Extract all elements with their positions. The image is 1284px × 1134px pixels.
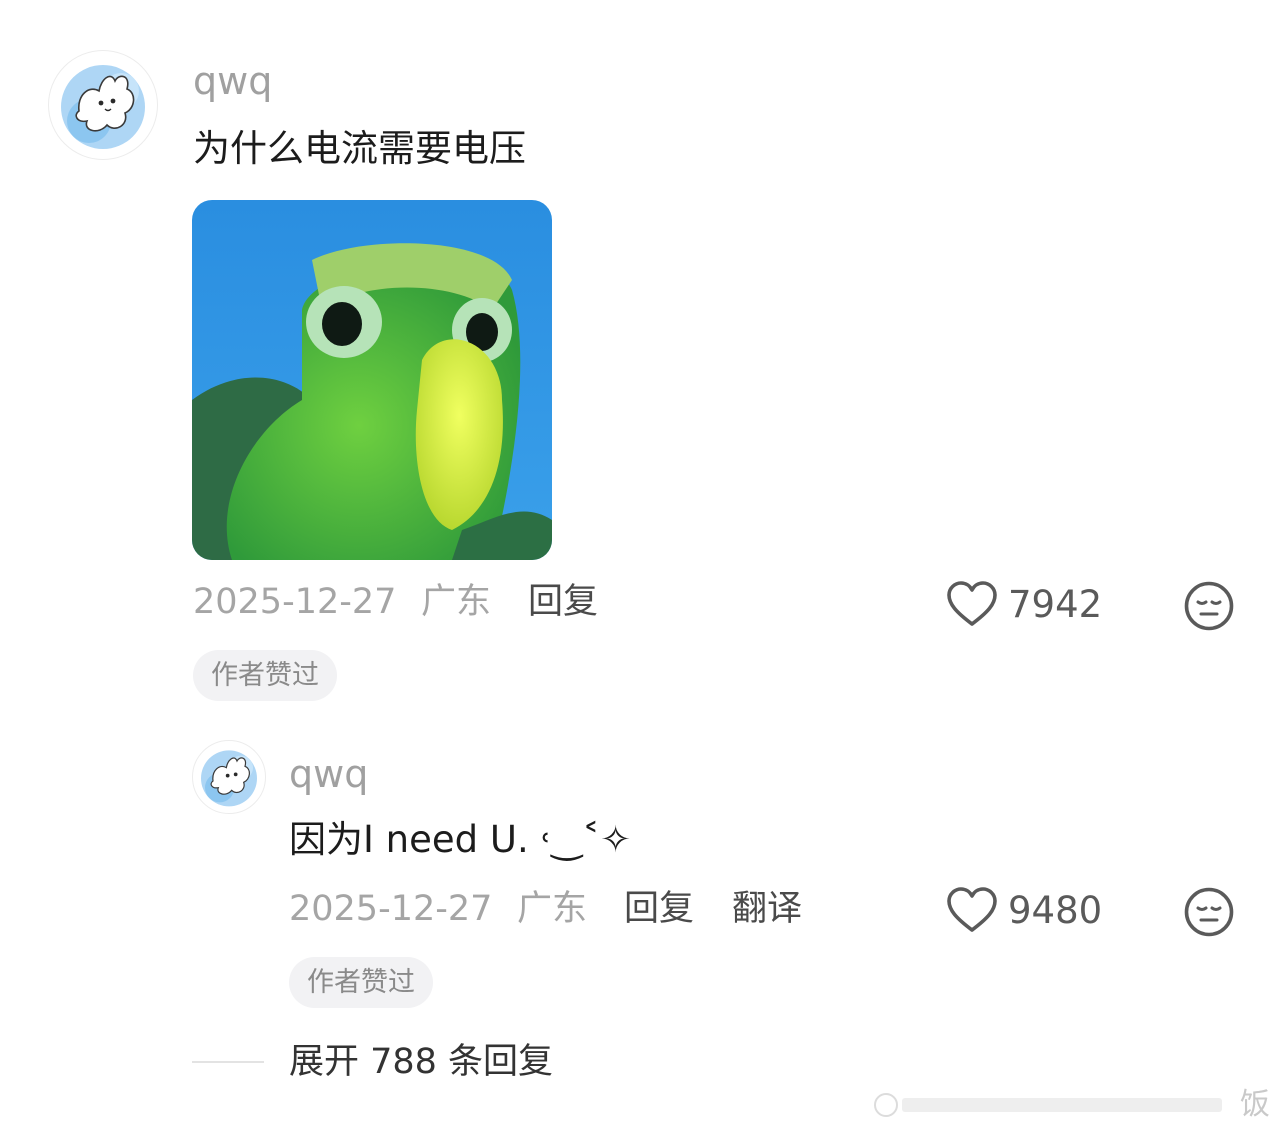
dislike-button[interactable] [1183,580,1235,632]
translate-button[interactable]: 翻译 [732,892,802,927]
comment-date: 2025-12-27 [193,582,397,622]
neutral-face-icon [1184,887,1234,937]
reply-reply-button[interactable]: 回复 [624,892,694,927]
like-count: 7942 [1008,582,1103,626]
comment-username[interactable]: qwq [193,62,272,100]
reply-avatar[interactable] [192,740,266,814]
reply-like-button[interactable]: 9480 [946,886,1102,934]
reply-location: 广东 [517,889,588,929]
watermark-strip-icon [874,1093,1222,1117]
neutral-face-icon [1184,581,1234,631]
heart-icon [947,887,997,932]
comment-location: 广东 [421,582,492,622]
comment-image[interactable] [192,200,552,560]
watermark-text: 饭 [1240,1087,1270,1122]
heart-icon [947,581,997,626]
comment-text: 为什么电流需要电压 [193,127,526,170]
expand-replies-button[interactable]: 展开 788 条回复 [289,1045,553,1080]
reply-text: 因为I need U. ˓‿˂✧ [289,818,632,861]
like-button[interactable]: 7942 [946,580,1102,628]
avatar[interactable] [48,50,158,160]
reply-username[interactable]: qwq [289,755,368,793]
parrot-image-icon [192,200,552,560]
reply-like-count: 9480 [1008,888,1103,932]
reply-button[interactable]: 回复 [528,585,598,620]
reply-date: 2025-12-27 [289,889,493,929]
reply-author-liked-badge: 作者赞过 [289,957,433,1008]
reply-dislike-button[interactable] [1183,886,1235,938]
expand-divider [192,1061,264,1063]
bunny-avatar-icon [61,65,145,149]
watermark-bar [872,1092,1232,1118]
author-liked-badge: 作者赞过 [193,650,337,701]
bunny-avatar-icon [201,750,257,807]
